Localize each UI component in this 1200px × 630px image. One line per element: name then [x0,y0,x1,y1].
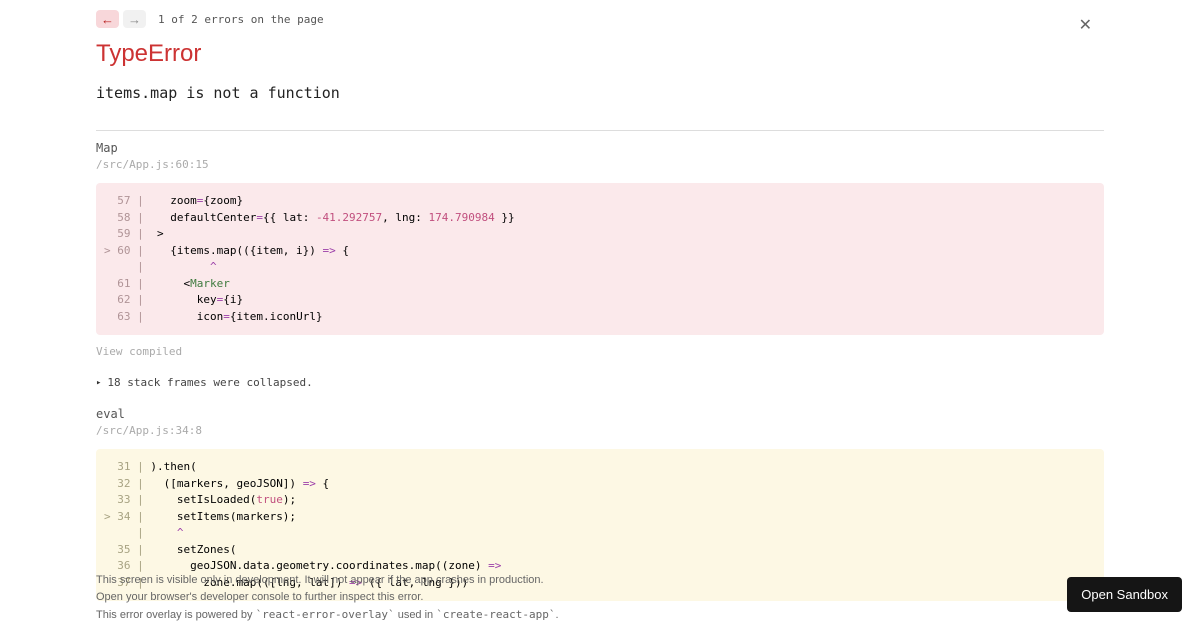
view-compiled-link[interactable]: View compiled [96,345,1104,358]
frame1-location: /src/App.js:60:15 [96,158,1104,171]
close-button[interactable]: ✕ [1079,18,1092,34]
error-counter: 1 of 2 errors on the page [158,13,324,26]
error-type: TypeError [96,40,1104,68]
frame2-name: eval [96,407,1104,421]
divider [96,130,1104,131]
next-error-button[interactable]: → [123,10,146,28]
footer-notice: This screen is visible only in developme… [96,572,1104,624]
collapsed-frames-toggle[interactable]: 18 stack frames were collapsed. [96,376,1104,389]
code-block-1: 57 | zoom={zoom} 58 | defaultCenter={{ l… [96,183,1104,335]
frame2-location: /src/App.js:34:8 [96,424,1104,437]
frame1-name: Map [96,141,1104,155]
error-message: items.map is not a function [96,84,1104,102]
error-nav: ← → 1 of 2 errors on the page [96,10,1104,28]
open-sandbox-button[interactable]: Open Sandbox [1067,577,1182,612]
prev-error-button[interactable]: ← [96,10,119,28]
